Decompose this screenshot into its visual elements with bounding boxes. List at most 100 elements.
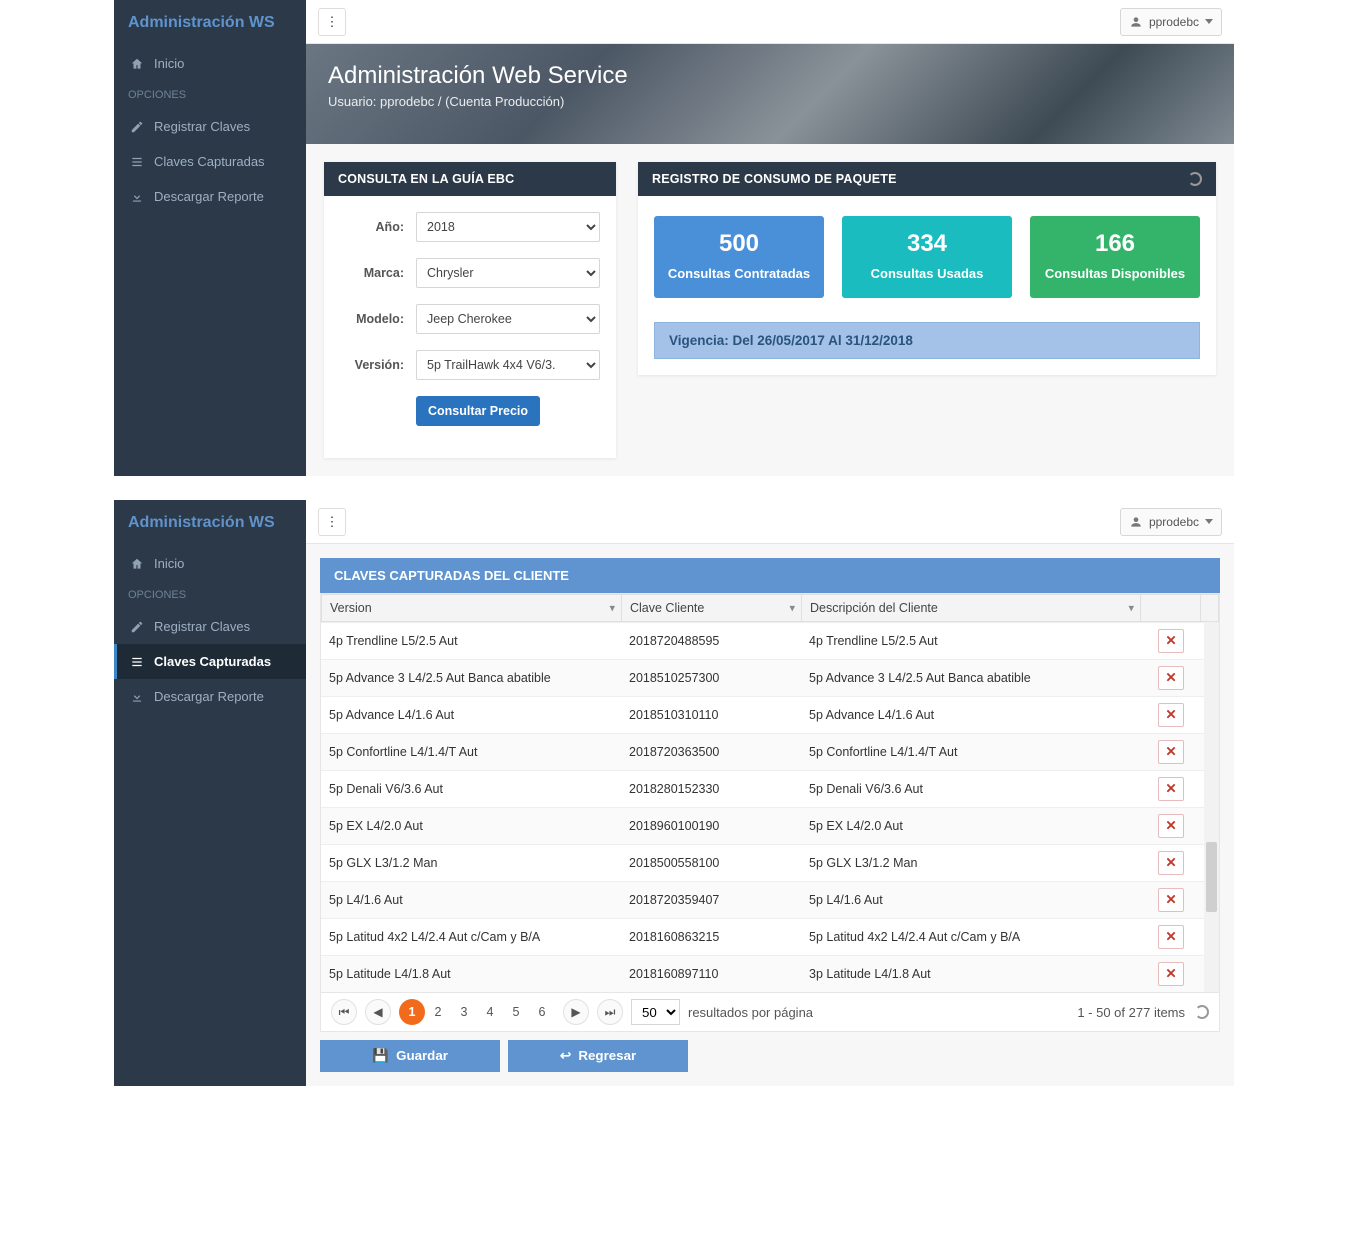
sidebar-item-label: Descargar Reporte — [154, 189, 264, 204]
scrollbar[interactable] — [1204, 622, 1219, 992]
select-marca[interactable]: Chrysler — [416, 258, 600, 288]
select-anio[interactable]: 2018 — [416, 212, 600, 242]
sidebar-item-registrar[interactable]: Registrar Claves — [114, 109, 306, 144]
sidebar-section-label: OPCIONES — [114, 581, 306, 609]
stat-usadas: 334 Consultas Usadas — [842, 216, 1012, 298]
cell-desc: 3p Latitude L4/1.8 Aut — [801, 956, 1141, 993]
back-icon: ↩ — [560, 1048, 571, 1063]
pager-next-button[interactable]: ▶ — [563, 999, 589, 1025]
cell-version: 5p Confortline L4/1.4/T Aut — [321, 734, 621, 771]
stat-label: Consultas Contratadas — [662, 266, 816, 282]
sidebar-item-capturadas[interactable]: Claves Capturadas — [114, 144, 306, 179]
consultar-precio-button[interactable]: Consultar Precio — [416, 396, 540, 426]
user-menu-button[interactable]: pprodebc — [1120, 508, 1222, 536]
col-clave[interactable]: Clave Cliente▾ — [622, 595, 802, 622]
table-row: 4p Trendline L5/2.5 Aut20187204885954p T… — [321, 623, 1219, 660]
pager-last-button[interactable]: ⏭ — [597, 999, 623, 1025]
user-menu-button[interactable]: pprodebc — [1120, 8, 1222, 36]
pager-first-button[interactable]: ⏮ — [331, 999, 357, 1025]
sidebar-item-label: Inicio — [154, 556, 184, 571]
pager-range: 1 - 50 of 277 items — [1077, 1005, 1185, 1020]
pager: ⏮ ◀ 123456 ▶ ⏭ 50 resultados por página … — [321, 992, 1219, 1031]
regresar-button[interactable]: ↩ Regresar — [508, 1040, 688, 1072]
cell-clave: 2018500558100 — [621, 845, 801, 882]
col-desc[interactable]: Descripción del Cliente▾ — [802, 595, 1141, 622]
cell-clave: 2018720488595 — [621, 623, 801, 660]
select-version[interactable]: 5p TrailHawk 4x4 V6/3. — [416, 350, 600, 380]
cell-version: 5p GLX L3/1.2 Man — [321, 845, 621, 882]
brand[interactable]: Administración WS — [114, 500, 306, 546]
stat-num: 500 — [662, 230, 816, 258]
cell-desc: 5p Advance L4/1.6 Aut — [801, 697, 1141, 734]
menu-toggle-button[interactable]: ⋮ — [318, 508, 346, 536]
filter-icon[interactable]: ▾ — [1128, 602, 1134, 615]
user-icon — [1129, 515, 1143, 529]
sidebar-item-label: Inicio — [154, 56, 184, 71]
stat-disponibles: 166 Consultas Disponibles — [1030, 216, 1200, 298]
user-name: pprodebc — [1149, 15, 1199, 29]
label-marca: Marca: — [340, 266, 404, 280]
pager-prev-button[interactable]: ◀ — [365, 999, 391, 1025]
stat-label: Consultas Usadas — [850, 266, 1004, 282]
cell-version: 5p Advance L4/1.6 Aut — [321, 697, 621, 734]
delete-row-button[interactable]: ✕ — [1158, 888, 1184, 912]
sidebar-item-descargar[interactable]: Descargar Reporte — [114, 179, 306, 214]
refresh-icon[interactable] — [1195, 1005, 1209, 1019]
edit-icon — [130, 120, 144, 134]
filter-icon[interactable]: ▾ — [609, 602, 615, 615]
table-row: 5p Denali V6/3.6 Aut20182801523305p Dena… — [321, 771, 1219, 808]
cell-clave: 2018160863215 — [621, 919, 801, 956]
table-row: 5p L4/1.6 Aut20187203594075p L4/1.6 Aut✕ — [321, 882, 1219, 919]
sidebar-item-capturadas[interactable]: Claves Capturadas — [114, 644, 306, 679]
delete-row-button[interactable]: ✕ — [1158, 629, 1184, 653]
cell-clave: 2018720359407 — [621, 882, 801, 919]
cell-clave: 2018510310110 — [621, 697, 801, 734]
sidebar-item-descargar[interactable]: Descargar Reporte — [114, 679, 306, 714]
pager-page-2[interactable]: 2 — [425, 999, 451, 1025]
delete-row-button[interactable]: ✕ — [1158, 814, 1184, 838]
col-version[interactable]: Version▾ — [322, 595, 622, 622]
page-size-select[interactable]: 50 — [631, 999, 680, 1025]
hero: Administración Web Service Usuario: ppro… — [306, 44, 1234, 144]
delete-row-button[interactable]: ✕ — [1158, 777, 1184, 801]
pager-page-6[interactable]: 6 — [529, 999, 555, 1025]
download-icon — [130, 190, 144, 204]
stat-num: 166 — [1038, 230, 1192, 258]
cell-version: 5p L4/1.6 Aut — [321, 882, 621, 919]
cell-desc: 5p Advance 3 L4/2.5 Aut Banca abatible — [801, 660, 1141, 697]
select-modelo[interactable]: Jeep Cherokee — [416, 304, 600, 334]
table-row: 5p EX L4/2.0 Aut20189601001905p EX L4/2.… — [321, 808, 1219, 845]
brand[interactable]: Administración WS — [114, 0, 306, 46]
delete-row-button[interactable]: ✕ — [1158, 925, 1184, 949]
delete-row-button[interactable]: ✕ — [1158, 962, 1184, 986]
sidebar-item-inicio[interactable]: Inicio — [114, 546, 306, 581]
delete-row-button[interactable]: ✕ — [1158, 851, 1184, 875]
menu-toggle-button[interactable]: ⋮ — [318, 8, 346, 36]
cell-desc: 4p Trendline L5/2.5 Aut — [801, 623, 1141, 660]
cell-desc: 5p Denali V6/3.6 Aut — [801, 771, 1141, 808]
delete-row-button[interactable]: ✕ — [1158, 703, 1184, 727]
pager-page-5[interactable]: 5 — [503, 999, 529, 1025]
pager-page-3[interactable]: 3 — [451, 999, 477, 1025]
chevron-down-icon — [1205, 19, 1213, 24]
sidebar-item-label: Registrar Claves — [154, 119, 250, 134]
pager-page-1[interactable]: 1 — [399, 999, 425, 1025]
stat-num: 334 — [850, 230, 1004, 258]
stat-contratadas: 500 Consultas Contratadas — [654, 216, 824, 298]
grid-claves: Version▾ Clave Cliente▾ Descripción del … — [320, 593, 1220, 1032]
table-row: 5p Confortline L4/1.4/T Aut2018720363500… — [321, 734, 1219, 771]
sidebar: Administración WS Inicio OPCIONES Regist… — [114, 500, 306, 1086]
table-row: 5p Latitude L4/1.8 Aut20181608971103p La… — [321, 956, 1219, 993]
sidebar-item-registrar[interactable]: Registrar Claves — [114, 609, 306, 644]
sidebar-item-label: Claves Capturadas — [154, 654, 271, 669]
app-top: Administración WS Inicio OPCIONES Regist… — [114, 0, 1234, 476]
guardar-button[interactable]: 💾 Guardar — [320, 1040, 500, 1072]
pager-page-4[interactable]: 4 — [477, 999, 503, 1025]
cell-version: 5p Denali V6/3.6 Aut — [321, 771, 621, 808]
sidebar-item-inicio[interactable]: Inicio — [114, 46, 306, 81]
refresh-icon[interactable] — [1188, 172, 1202, 186]
scrollbar-thumb[interactable] — [1206, 842, 1217, 912]
delete-row-button[interactable]: ✕ — [1158, 666, 1184, 690]
filter-icon[interactable]: ▾ — [789, 602, 795, 615]
delete-row-button[interactable]: ✕ — [1158, 740, 1184, 764]
